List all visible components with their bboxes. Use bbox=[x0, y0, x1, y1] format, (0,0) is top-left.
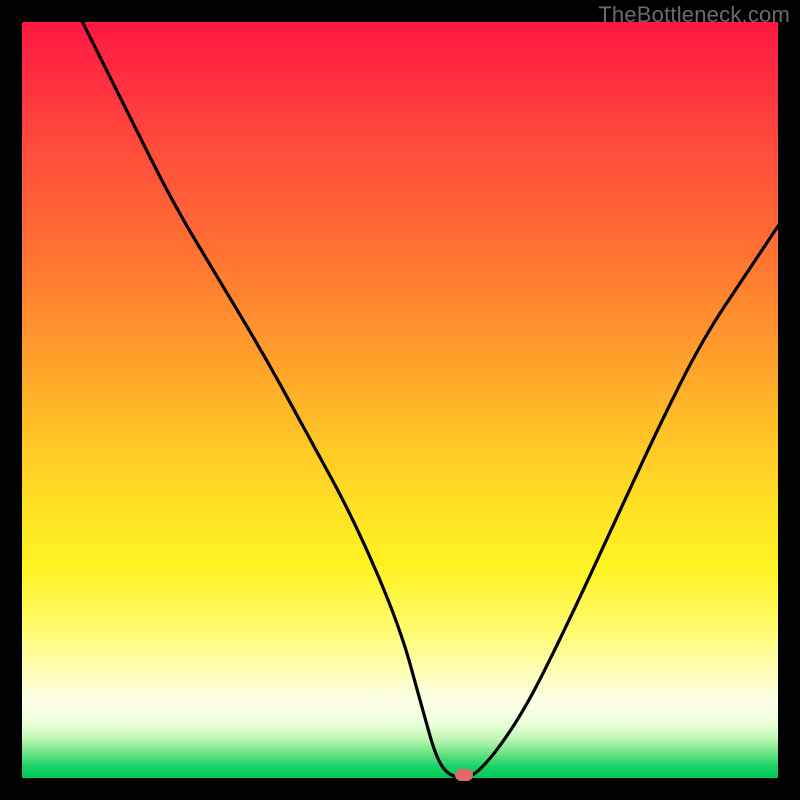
plot-area bbox=[22, 22, 778, 778]
chart-frame: TheBottleneck.com bbox=[0, 0, 800, 800]
watermark-text: TheBottleneck.com bbox=[598, 2, 790, 28]
bottleneck-curve bbox=[22, 22, 778, 778]
optimal-point-marker bbox=[455, 769, 473, 781]
